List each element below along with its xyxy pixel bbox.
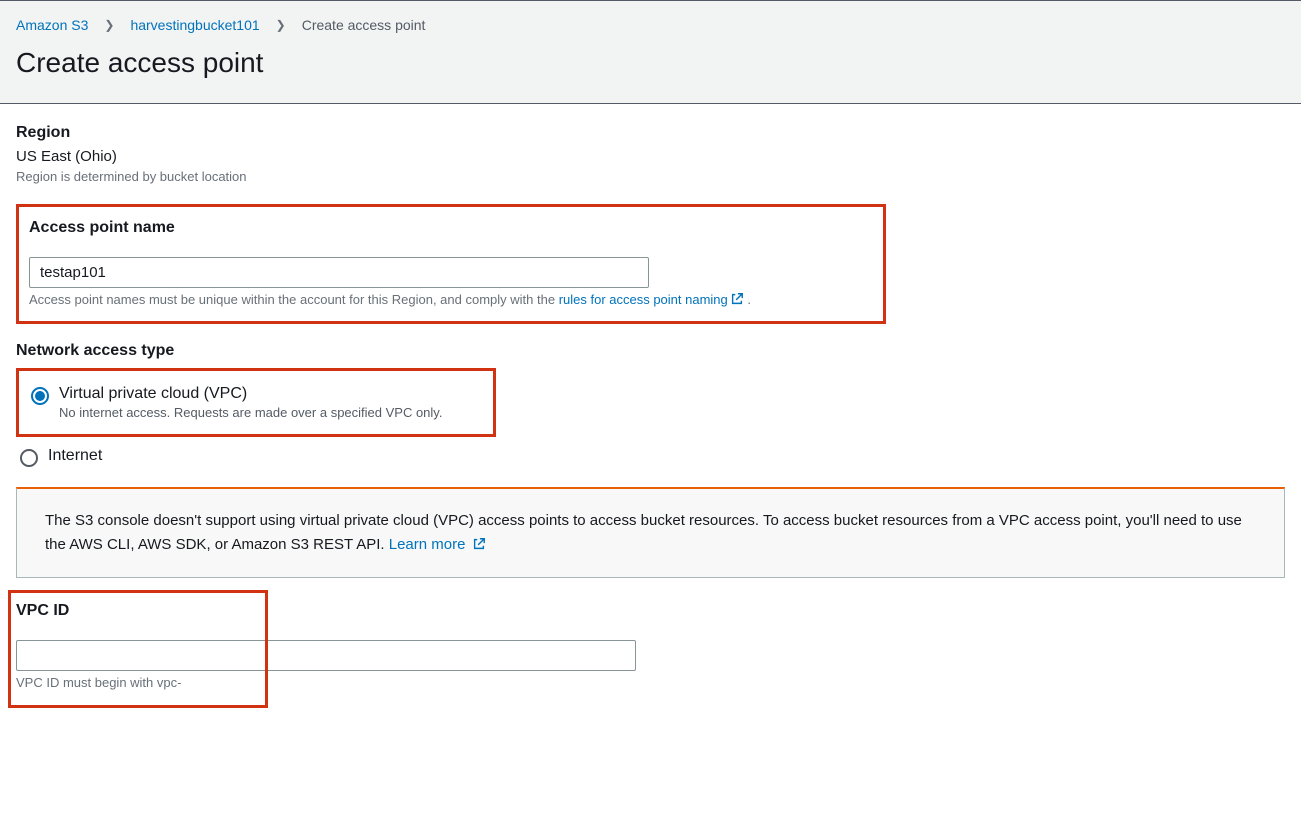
chevron-right-icon: ❯ bbox=[276, 18, 286, 32]
external-link-icon bbox=[472, 535, 486, 549]
network-access-type-label: Network access type bbox=[16, 342, 1285, 360]
access-point-name-label: Access point name bbox=[29, 219, 873, 237]
vpc-id-label: VPC ID bbox=[16, 602, 656, 620]
radio-internet-label: Internet bbox=[48, 447, 102, 465]
region-helper: Region is determined by bucket location bbox=[16, 169, 1285, 184]
radio-vpc[interactable] bbox=[31, 387, 49, 405]
access-point-name-helper: Access point names must be unique within… bbox=[29, 292, 873, 307]
region-section: Region US East (Ohio) Region is determin… bbox=[16, 124, 1285, 184]
breadcrumb: Amazon S3 ❯ harvestingbucket101 ❯ Create… bbox=[16, 17, 1285, 33]
access-point-name-section: Access point name Access point names mus… bbox=[16, 204, 886, 324]
radio-vpc-sublabel: No internet access. Requests are made ov… bbox=[59, 405, 442, 420]
external-link-icon bbox=[730, 292, 744, 306]
breadcrumb-root-link[interactable]: Amazon S3 bbox=[16, 17, 88, 33]
radio-internet[interactable] bbox=[20, 449, 38, 467]
page-title: Create access point bbox=[16, 47, 1285, 79]
vpc-id-input[interactable] bbox=[16, 640, 636, 671]
region-label: Region bbox=[16, 124, 1285, 142]
vpc-option-highlight: Virtual private cloud (VPC) No internet … bbox=[16, 368, 496, 437]
learn-more-link[interactable]: Learn more bbox=[389, 536, 486, 553]
vpc-id-helper: VPC ID must begin with vpc- bbox=[16, 675, 656, 690]
radio-internet-row[interactable]: Internet bbox=[16, 441, 1285, 473]
radio-vpc-label: Virtual private cloud (VPC) bbox=[59, 385, 442, 403]
breadcrumb-current: Create access point bbox=[302, 17, 426, 33]
rules-naming-link[interactable]: rules for access point naming bbox=[559, 292, 744, 307]
vpc-warning-alert: The S3 console doesn't support using vir… bbox=[16, 487, 1285, 578]
alert-text: The S3 console doesn't support using vir… bbox=[45, 512, 1242, 553]
breadcrumb-bucket-link[interactable]: harvestingbucket101 bbox=[130, 17, 259, 33]
access-point-name-input[interactable] bbox=[29, 257, 649, 288]
region-value: US East (Ohio) bbox=[16, 148, 1285, 165]
radio-vpc-row[interactable]: Virtual private cloud (VPC) No internet … bbox=[27, 379, 485, 426]
chevron-right-icon: ❯ bbox=[104, 18, 114, 32]
access-point-name-helper-text: Access point names must be unique within… bbox=[29, 292, 559, 307]
